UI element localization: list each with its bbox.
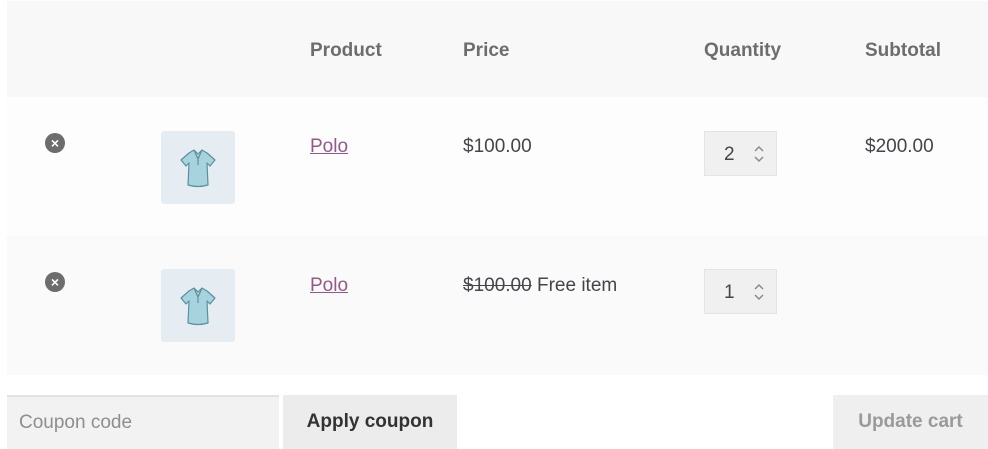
coupon-code-input[interactable] (7, 395, 279, 449)
cart-item-row: × Polo $100.00 2 $200.00 (7, 97, 988, 236)
header-quantity: Quantity (704, 40, 782, 61)
cart-table-header: Product Price Quantity Subtotal (7, 1, 988, 97)
spinner-arrows-icon[interactable] (751, 142, 767, 166)
line-subtotal: $200.00 (865, 136, 934, 157)
update-cart-button[interactable]: Update cart (833, 395, 988, 449)
remove-item-icon[interactable]: × (45, 272, 65, 292)
header-subtotal: Subtotal (865, 40, 941, 61)
free-item-label: Free item (536, 275, 618, 296)
product-price: $100.00 Free item (463, 275, 617, 297)
quantity-value[interactable]: 2 (724, 144, 735, 166)
polo-shirt-icon (180, 148, 216, 187)
quantity-stepper[interactable]: 2 (704, 131, 777, 176)
product-thumbnail[interactable] (161, 131, 235, 204)
quantity-stepper[interactable]: 1 (704, 269, 777, 314)
cart-actions: Apply coupon Update cart (0, 395, 988, 449)
polo-shirt-icon (180, 286, 216, 325)
cart-table: Product Price Quantity Subtotal × Polo $… (7, 1, 988, 375)
remove-item-icon[interactable]: × (45, 133, 65, 153)
product-link[interactable]: Polo (310, 275, 348, 297)
original-price: $100.00 (463, 275, 532, 296)
cart-item-row: × Polo $100.00 Free item 1 (7, 236, 988, 375)
header-product: Product (310, 40, 382, 61)
quantity-value[interactable]: 1 (724, 282, 735, 304)
product-link[interactable]: Polo (310, 136, 348, 158)
apply-coupon-button[interactable]: Apply coupon (283, 395, 457, 449)
header-price: Price (463, 40, 510, 61)
spinner-arrows-icon[interactable] (751, 280, 767, 304)
product-thumbnail[interactable] (161, 269, 235, 342)
product-price: $100.00 (463, 136, 532, 157)
